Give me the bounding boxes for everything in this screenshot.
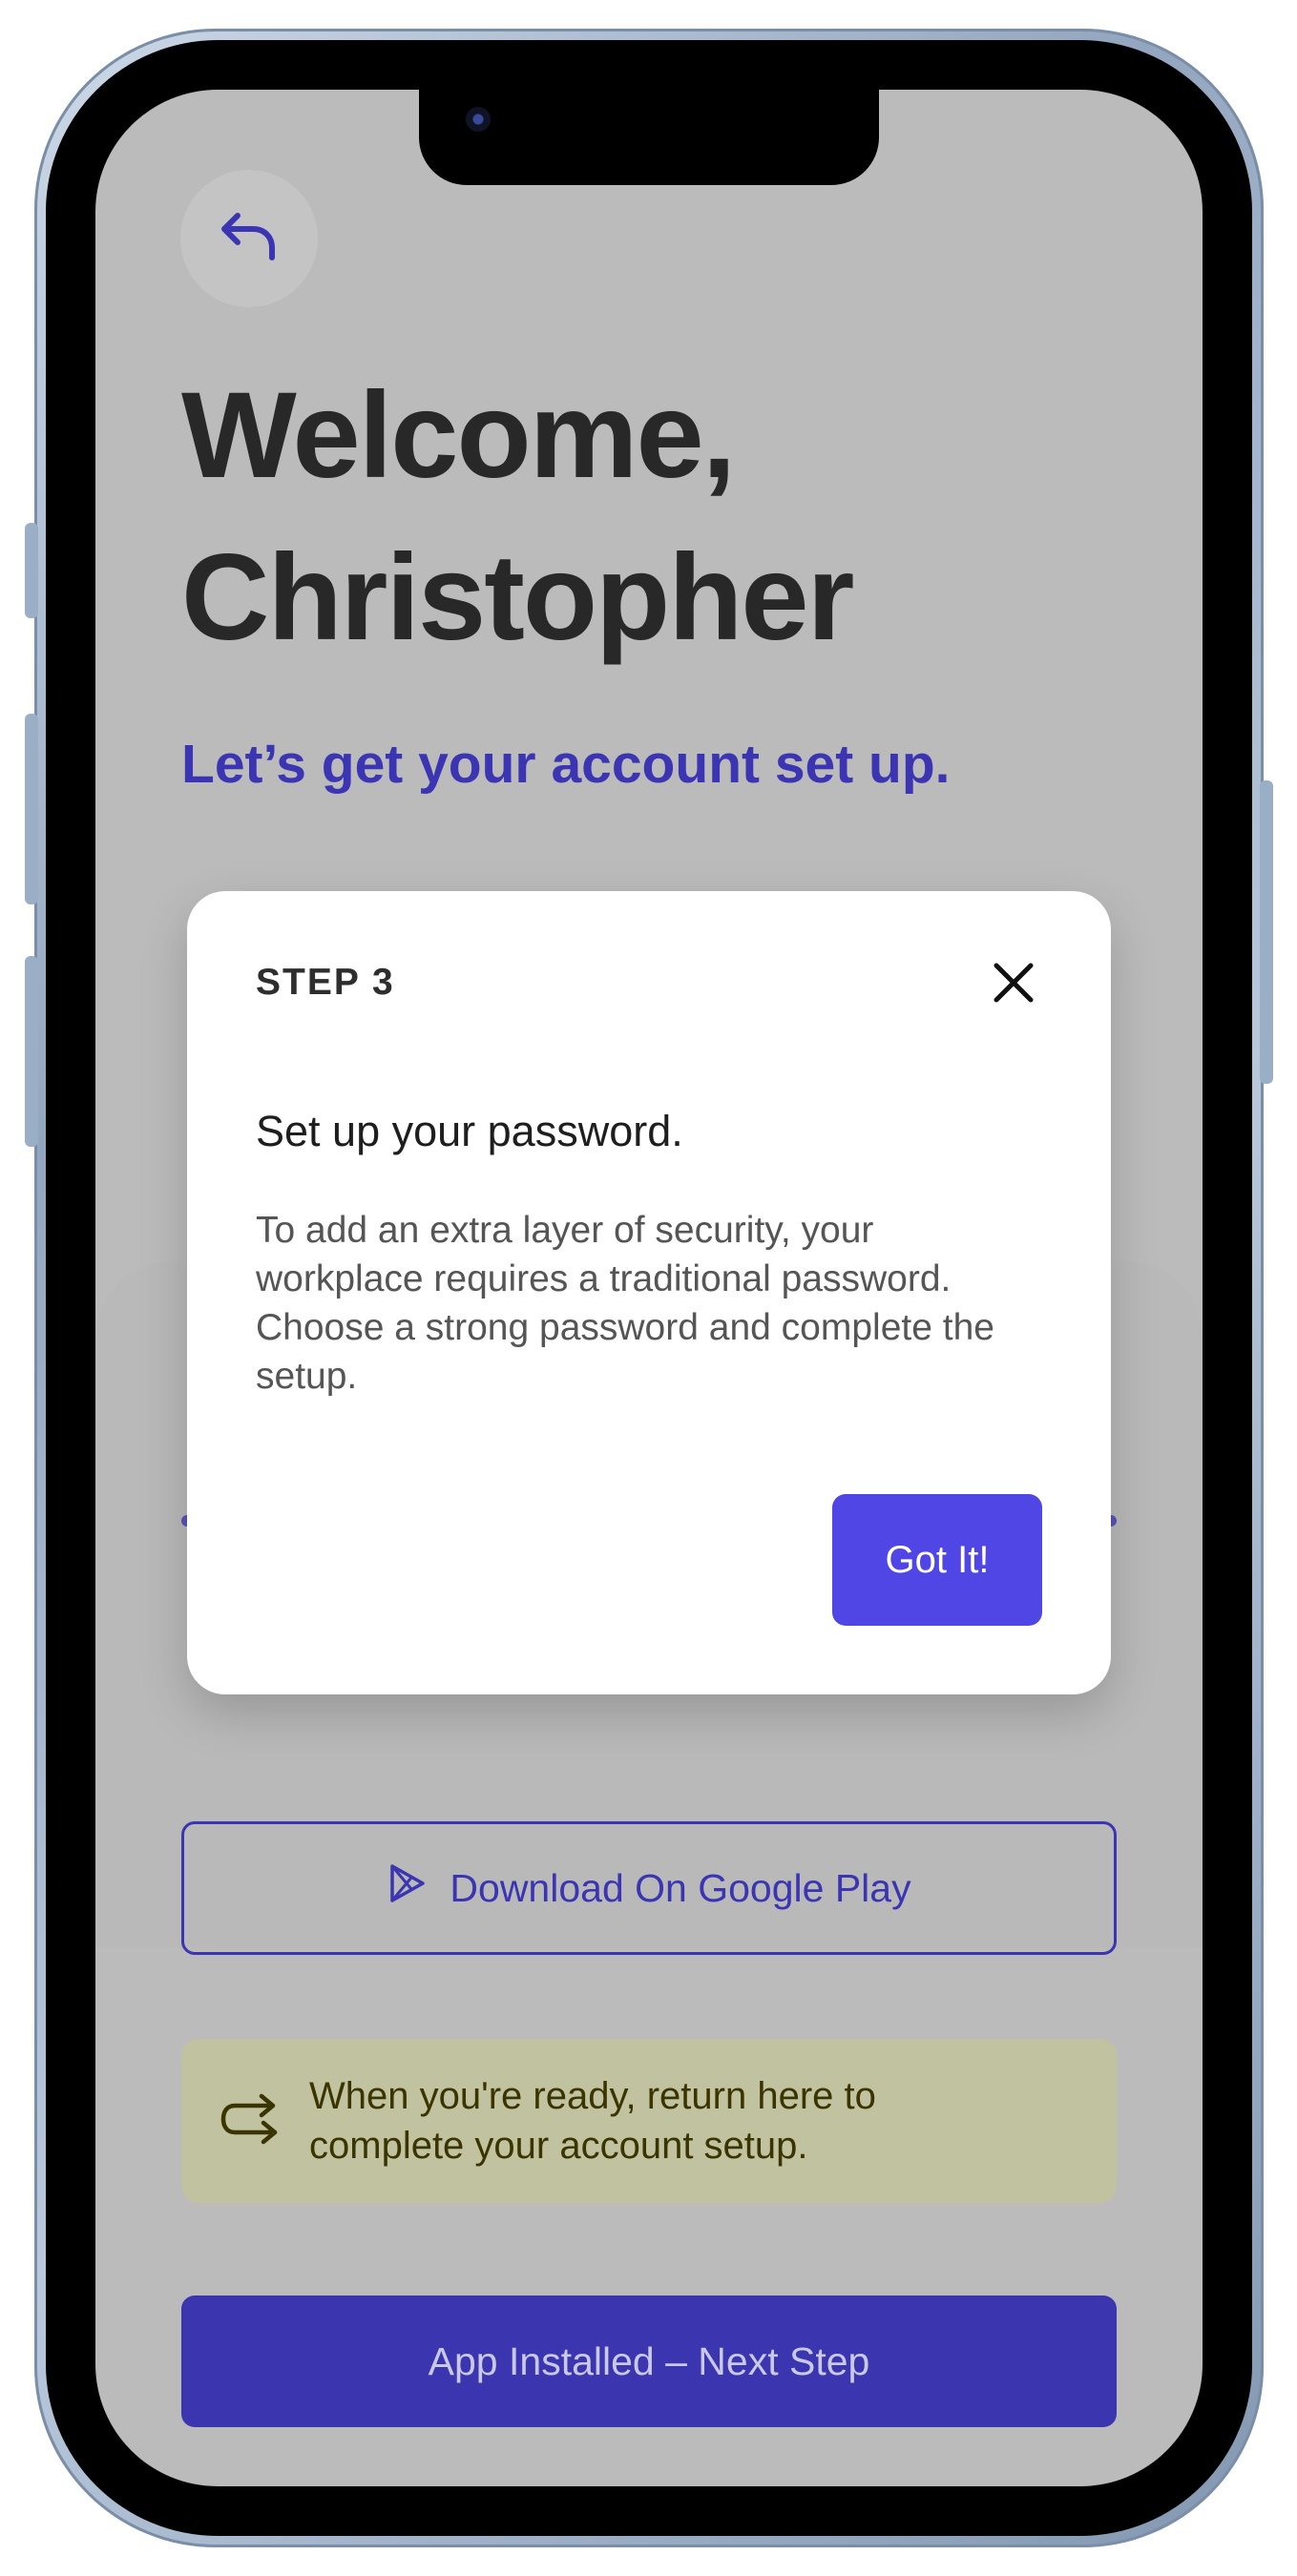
notch — [419, 90, 879, 185]
got-it-button[interactable]: Got It! — [832, 1494, 1042, 1626]
google-play-button[interactable]: Download On Google Play — [181, 1821, 1117, 1955]
close-icon — [992, 961, 1036, 1009]
phone-power-button — [1260, 780, 1273, 1084]
step-dialog: STEP 3 Set up your password. To add an e… — [187, 891, 1111, 1694]
step-label: STEP 3 — [256, 962, 395, 1003]
user-name: Christopher — [181, 530, 854, 666]
close-button[interactable] — [983, 954, 1044, 1015]
dialog-body: To add an extra layer of security, your … — [256, 1210, 994, 1397]
phone-volume-up-button — [25, 714, 38, 904]
back-arrow-icon — [219, 206, 280, 272]
phone-volume-down-button — [25, 956, 38, 1147]
next-step-button[interactable]: App Installed – Next Step — [181, 2296, 1117, 2427]
return-info-banner: When you're ready, return here to comple… — [181, 2039, 1117, 2203]
phone-side-button — [25, 523, 38, 618]
play-store-icon — [387, 1862, 429, 1914]
next-step-label: App Installed – Next Step — [428, 2338, 870, 2383]
return-arrow-icon — [220, 2092, 279, 2150]
phone-screen: Welcome, Christopher Let’s get your acco… — [95, 90, 1203, 2486]
page-subtitle: Let’s get your account set up. — [181, 734, 951, 795]
welcome-greeting: Welcome, — [181, 367, 736, 504]
google-play-label: Download On Google Play — [450, 1865, 911, 1910]
page-title: Welcome, Christopher — [181, 355, 1136, 679]
camera-icon — [466, 107, 491, 132]
return-info-text: When you're ready, return here to comple… — [309, 2075, 876, 2167]
dialog-heading: Set up your password. — [256, 1107, 683, 1155]
back-button[interactable] — [180, 170, 318, 307]
